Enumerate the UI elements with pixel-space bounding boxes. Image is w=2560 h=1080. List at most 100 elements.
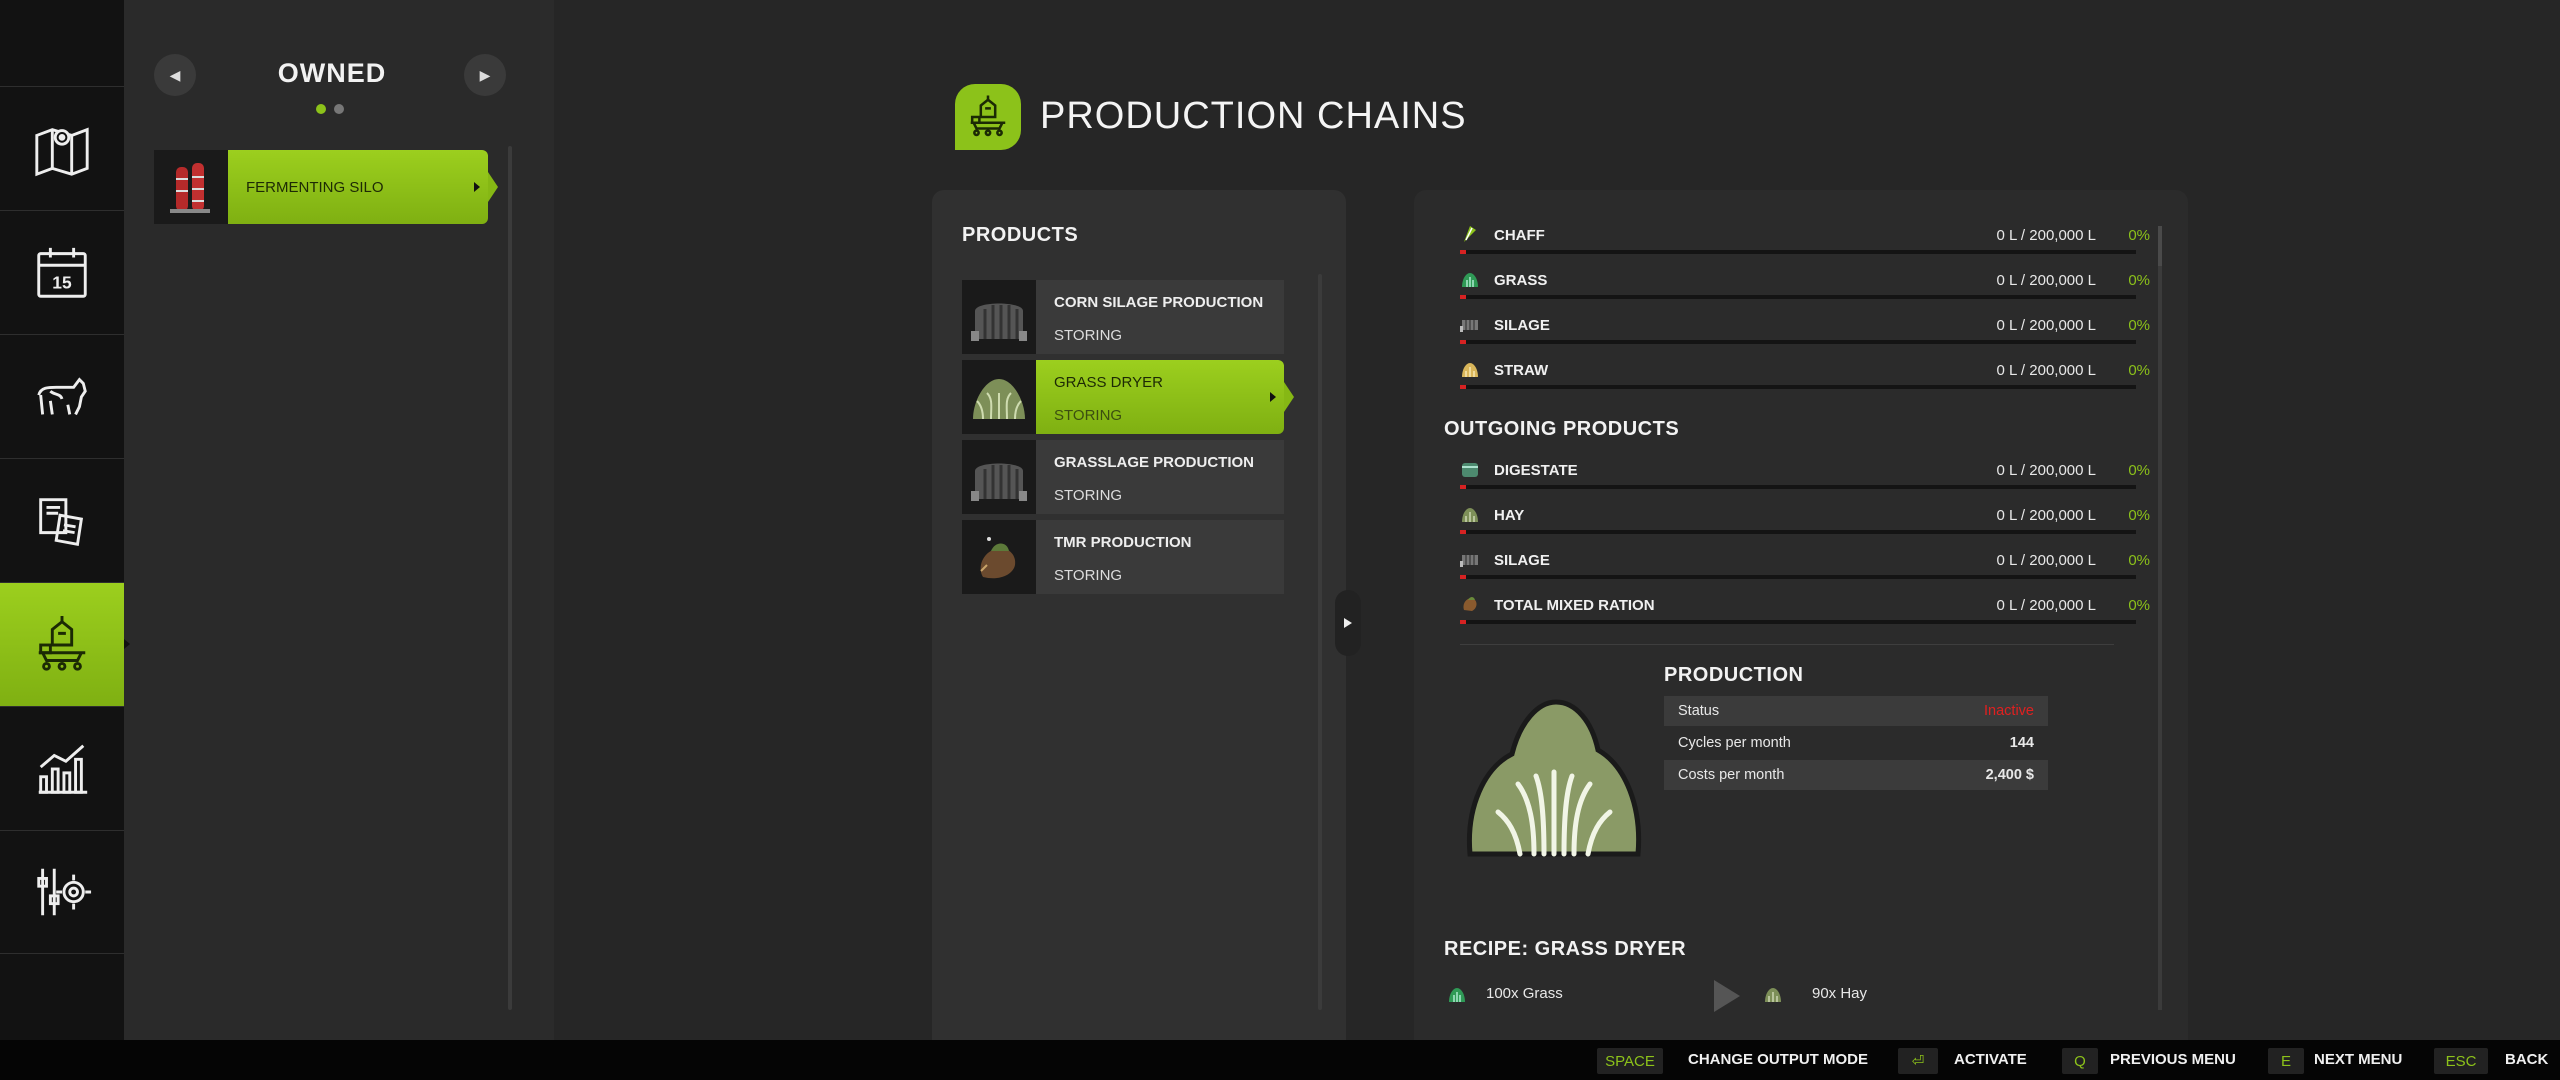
key-esc[interactable]: ESC <box>2434 1048 2488 1074</box>
rail-animals-button[interactable] <box>0 334 124 458</box>
rail-settings-button[interactable] <box>0 830 124 954</box>
input-row-chaff: CHAFF 0 L / 200,000 L 0% <box>1460 224 2150 260</box>
product-item-body: CORN SILAGE PRODUCTION STORING <box>1036 280 1284 354</box>
fill-level-bar <box>1460 340 2136 344</box>
svg-text:15: 15 <box>52 272 72 292</box>
product-item-body: TMR PRODUCTION STORING <box>1036 520 1284 594</box>
stat-label: Costs per month <box>1678 767 1785 783</box>
outgoing-heading: OUTGOING PRODUCTS <box>1444 418 1680 440</box>
next-page-button[interactable]: ▶ <box>464 54 506 96</box>
product-item-corn-silage[interactable]: CORN SILAGE PRODUCTION STORING <box>962 280 1284 354</box>
owned-panel: ◀ OWNED ▶ FERMENTING SILO <box>124 0 540 1040</box>
fill-percent: 0% <box>2128 227 2150 244</box>
fill-level-bar <box>1460 385 2136 389</box>
products-scrollbar[interactable] <box>1318 274 1322 1010</box>
rail-calendar-button[interactable]: 15 <box>0 210 124 334</box>
product-item-body: GRASSLAGE PRODUCTION STORING <box>1036 440 1284 514</box>
key-q[interactable]: Q <box>2062 1048 2098 1074</box>
panel-divider <box>540 0 554 1040</box>
product-item-grasslage[interactable]: GRASSLAGE PRODUCTION STORING <box>962 440 1284 514</box>
recipe-output: 90x Hay <box>1812 985 1868 1002</box>
stat-label: Cycles per month <box>1678 735 1791 751</box>
product-item-grass-dryer[interactable]: GRASS DRYER STORING <box>962 360 1294 434</box>
silage-icon <box>1460 320 1478 332</box>
cycles-value: 144 <box>2009 735 2034 751</box>
rail-map-button[interactable] <box>0 86 124 210</box>
product-status: STORING <box>1054 567 1123 584</box>
fill-amount: 0 L / 200,000 L <box>1996 552 2096 569</box>
hay-icon <box>1462 508 1478 522</box>
fill-amount: 0 L / 200,000 L <box>1996 462 2096 479</box>
contracts-icon <box>39 497 84 546</box>
fill-level-bar <box>1460 485 2136 489</box>
rail-contracts-button[interactable] <box>0 458 124 582</box>
product-item-body: GRASS DRYER STORING <box>1036 360 1294 434</box>
production-icon <box>970 95 1006 137</box>
chaff-icon <box>1464 226 1476 242</box>
grass-icon <box>1449 988 1465 1002</box>
output-row-digestate: DIGESTATE 0 L / 200,000 L 0% <box>1460 459 2150 495</box>
menu-rail: 15 <box>0 0 138 1040</box>
chevron-right-icon: ▶ <box>479 66 491 83</box>
product-thumb <box>962 280 1036 354</box>
fill-percent: 0% <box>2128 597 2150 614</box>
page-dot-1[interactable] <box>316 104 326 114</box>
fermenting-silo-icon <box>170 163 210 213</box>
product-thumb <box>962 440 1036 514</box>
recipe-input: 100x Grass <box>1486 985 1563 1002</box>
input-row-grass: GRASS 0 L / 200,000 L 0% <box>1460 269 2150 305</box>
key-enter[interactable]: ⏎ <box>1898 1048 1938 1074</box>
straw-icon <box>1462 363 1478 377</box>
product-item-tmr[interactable]: TMR PRODUCTION STORING <box>962 520 1284 594</box>
page-title: PRODUCTION CHAINS <box>1040 95 1467 137</box>
owned-item-text: FERMENTING SILO <box>246 178 384 196</box>
fill-amount: 0 L / 200,000 L <box>1996 317 2096 334</box>
key-e[interactable]: E <box>2268 1048 2304 1074</box>
calendar-icon: 15 <box>37 247 87 298</box>
stat-label: Status <box>1678 703 1720 719</box>
products-panel: PRODUCTS CORN SILAGE PRODUCTION STORING … <box>932 190 1346 1040</box>
input-hints-bar: SPACE CHANGE OUTPUT MODE ⏎ ACTIVATE Q PR… <box>0 1040 2560 1080</box>
fill-percent: 0% <box>2128 317 2150 334</box>
hay-icon <box>1765 988 1781 1002</box>
rail-production-button[interactable] <box>0 582 138 706</box>
rail-statistics-button[interactable] <box>0 706 124 830</box>
fill-type-name: STRAW <box>1494 362 1549 379</box>
hint-change-output-mode[interactable]: CHANGE OUTPUT MODE <box>1688 1051 1868 1068</box>
digestate-icon <box>1462 463 1478 477</box>
map-icon <box>35 127 89 176</box>
hint-previous-menu[interactable]: PREVIOUS MENU <box>2110 1051 2236 1068</box>
grass-icon <box>1462 273 1478 287</box>
tmr-icon <box>1463 597 1477 611</box>
fill-type-name: SILAGE <box>1494 552 1550 569</box>
fill-percent: 0% <box>2128 462 2150 479</box>
details-panel: CHAFF 0 L / 200,000 L 0% GRASS 0 L / 200… <box>1414 190 2188 1040</box>
products-heading: PRODUCTS <box>962 224 1079 246</box>
fill-type-name: SILAGE <box>1494 317 1550 334</box>
fill-level-bar <box>1460 250 2136 254</box>
hay-pile-icon <box>973 379 1025 420</box>
fill-level-bar <box>1460 295 2136 299</box>
product-name: GRASS DRYER <box>1054 374 1163 391</box>
input-row-silage: SILAGE 0 L / 200,000 L 0% <box>1460 314 2150 350</box>
key-space[interactable]: SPACE <box>1597 1048 1663 1074</box>
selection-arrow-icon <box>1270 392 1276 402</box>
product-status: STORING <box>1054 407 1123 424</box>
fill-amount: 0 L / 200,000 L <box>1996 362 2096 379</box>
owned-scrollbar[interactable] <box>508 146 512 1010</box>
production-heading: PRODUCTION <box>1664 664 1804 686</box>
statistics-icon <box>38 744 88 794</box>
panel-expand-toggle[interactable] <box>1335 590 1361 656</box>
details-scrollbar[interactable] <box>2158 226 2162 1010</box>
owned-item-fermenting-silo[interactable]: FERMENTING SILO <box>154 150 498 224</box>
hint-activate[interactable]: ACTIVATE <box>1954 1051 2027 1068</box>
hint-back[interactable]: BACK <box>2505 1051 2548 1068</box>
silage-bunker-icon <box>971 463 1027 501</box>
fill-type-name: TOTAL MIXED RATION <box>1494 597 1655 614</box>
page-dot-2[interactable] <box>334 104 344 114</box>
fill-amount: 0 L / 200,000 L <box>1996 272 2096 289</box>
hint-next-menu[interactable]: NEXT MENU <box>2314 1051 2402 1068</box>
tmr-mix-icon <box>980 537 1016 579</box>
production-icon <box>38 615 86 671</box>
page-indicator <box>316 104 344 114</box>
